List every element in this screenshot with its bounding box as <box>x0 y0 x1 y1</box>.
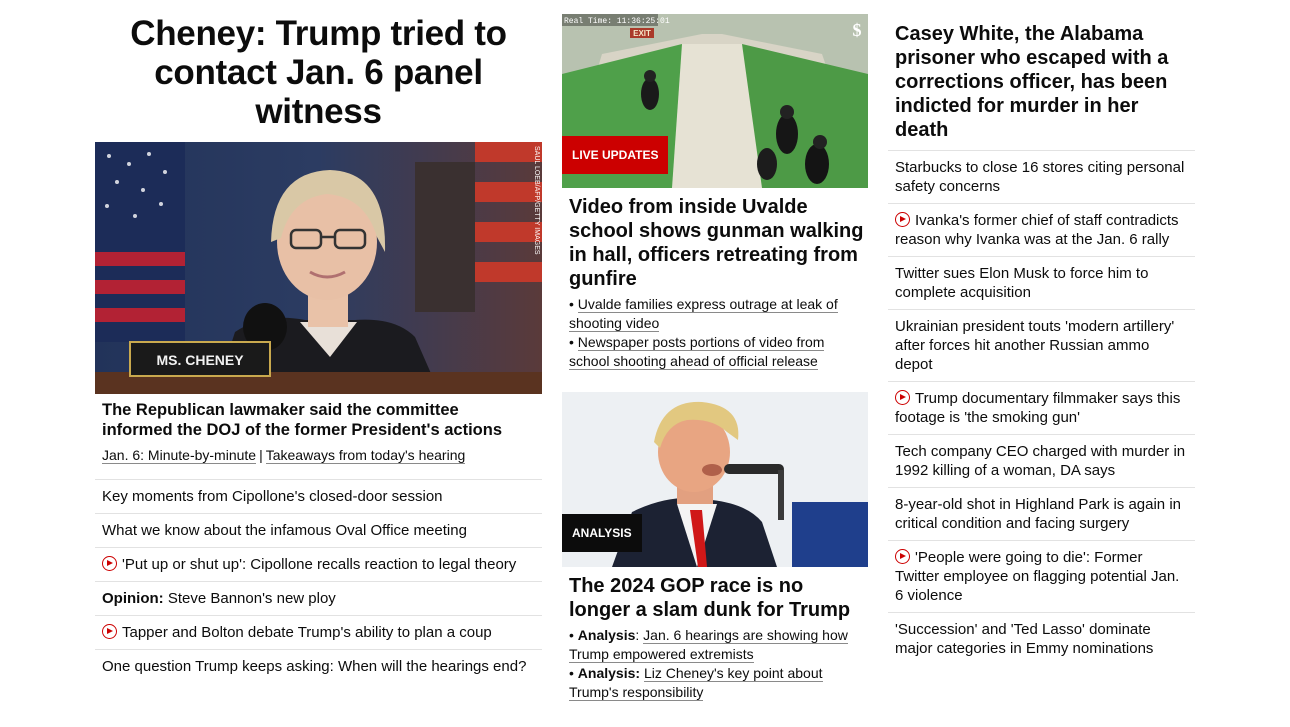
right-story-list: Starbucks to close 16 stores citing pers… <box>888 150 1195 665</box>
list-item[interactable]: Key moments from Cipollone's closed-door… <box>95 479 542 513</box>
uvalde-headline[interactable]: Video from inside Uvalde school shows gu… <box>569 195 864 291</box>
video-timestamp: Real Time: 11:36:25:01 <box>564 17 670 26</box>
list-item[interactable]: Tech company CEO charged with murder in … <box>888 434 1195 487</box>
svg-text:$: $ <box>853 20 862 40</box>
gop-related-links: • Analysis: Jan. 6 hearings are showing … <box>569 626 864 702</box>
newspaper-video-link[interactable]: Newspaper posts portions of video from s… <box>569 334 825 370</box>
analysis-badge: ANALYSIS <box>562 514 642 552</box>
uvalde-related-links: • Uvalde families express outrage at lea… <box>569 295 864 371</box>
cheney-hearing-image: MS. CHENEY SAUL LOEB/AFP/GETTY IMAGES <box>95 142 542 394</box>
lead-story-list: Key moments from Cipollone's closed-door… <box>95 479 542 683</box>
lead-related-links: Jan. 6: Minute-by-minute | Takeaways from … <box>102 446 466 464</box>
list-item[interactable]: Ukrainian president touts 'modern artill… <box>888 309 1195 381</box>
list-item[interactable]: 'People were going to die': Former Twitt… <box>888 540 1195 612</box>
link-separator: | <box>259 447 263 463</box>
list-item[interactable]: Starbucks to close 16 stores citing pers… <box>888 150 1195 203</box>
video-play-icon <box>895 212 910 227</box>
list-item[interactable]: Twitter sues Elon Musk to force him to c… <box>888 256 1195 309</box>
casey-white-headline[interactable]: Casey White, the Alabama prisoner who es… <box>888 0 1195 150</box>
list-item[interactable]: One question Trump keeps asking: When wi… <box>95 649 542 683</box>
list-item: • Analysis: Liz Cheney's key point about… <box>569 665 823 701</box>
svg-text:EXIT: EXIT <box>633 29 651 38</box>
list-item[interactable]: Tapper and Bolton debate Trump's ability… <box>95 615 542 649</box>
list-item: • Analysis: Jan. 6 hearings are showing … <box>569 627 848 663</box>
takeaways-link[interactable]: Takeaways from today's hearing <box>265 447 466 464</box>
list-item[interactable]: Ivanka's former chief of staff contradic… <box>888 203 1195 256</box>
video-play-icon <box>895 390 910 405</box>
video-play-icon <box>102 624 117 639</box>
gop-race-headline[interactable]: The 2024 GOP race is no longer a slam du… <box>569 574 864 622</box>
video-play-icon <box>102 556 117 571</box>
uvalde-outrage-link[interactable]: Uvalde families express outrage at leak … <box>569 296 838 332</box>
lead-photo[interactable]: MS. CHENEY SAUL LOEB/AFP/GETTY IMAGES <box>95 142 542 394</box>
list-item[interactable]: 8-year-old shot in Highland Park is agai… <box>888 487 1195 540</box>
nameplate-text: MS. CHENEY <box>156 352 244 368</box>
right-story-column: Casey White, the Alabama prisoner who es… <box>888 0 1195 665</box>
list-item[interactable]: Opinion: Steve Bannon's new ploy <box>95 581 542 615</box>
live-updates-badge: LIVE UPDATES <box>562 136 669 174</box>
video-play-icon <box>895 549 910 564</box>
lead-headline[interactable]: Cheney: Trump tried to contact Jan. 6 pa… <box>95 0 542 131</box>
analysis-label: Analysis: <box>577 665 641 681</box>
list-item[interactable]: What we know about the infamous Oval Off… <box>95 513 542 547</box>
list-item[interactable]: 'Put up or shut up': Cipollone recalls r… <box>95 547 542 581</box>
list-item: • Newspaper posts portions of video from… <box>569 334 825 370</box>
list-item[interactable]: Trump documentary filmmaker says this fo… <box>888 381 1195 434</box>
lead-subheadline[interactable]: The Republican lawmaker said the committ… <box>102 400 532 440</box>
list-item[interactable]: 'Succession' and 'Ted Lasso' dominate ma… <box>888 612 1195 665</box>
minute-by-minute-link[interactable]: Jan. 6: Minute-by-minute <box>102 447 257 464</box>
list-item: • Uvalde families express outrage at lea… <box>569 296 838 332</box>
lead-story-column: Cheney: Trump tried to contact Jan. 6 pa… <box>95 0 542 675</box>
opinion-label: Opinion: <box>102 590 164 607</box>
analysis-label: Analysis <box>577 627 636 643</box>
photo-credit: SAUL LOEB/AFP/GETTY IMAGES <box>533 146 540 255</box>
